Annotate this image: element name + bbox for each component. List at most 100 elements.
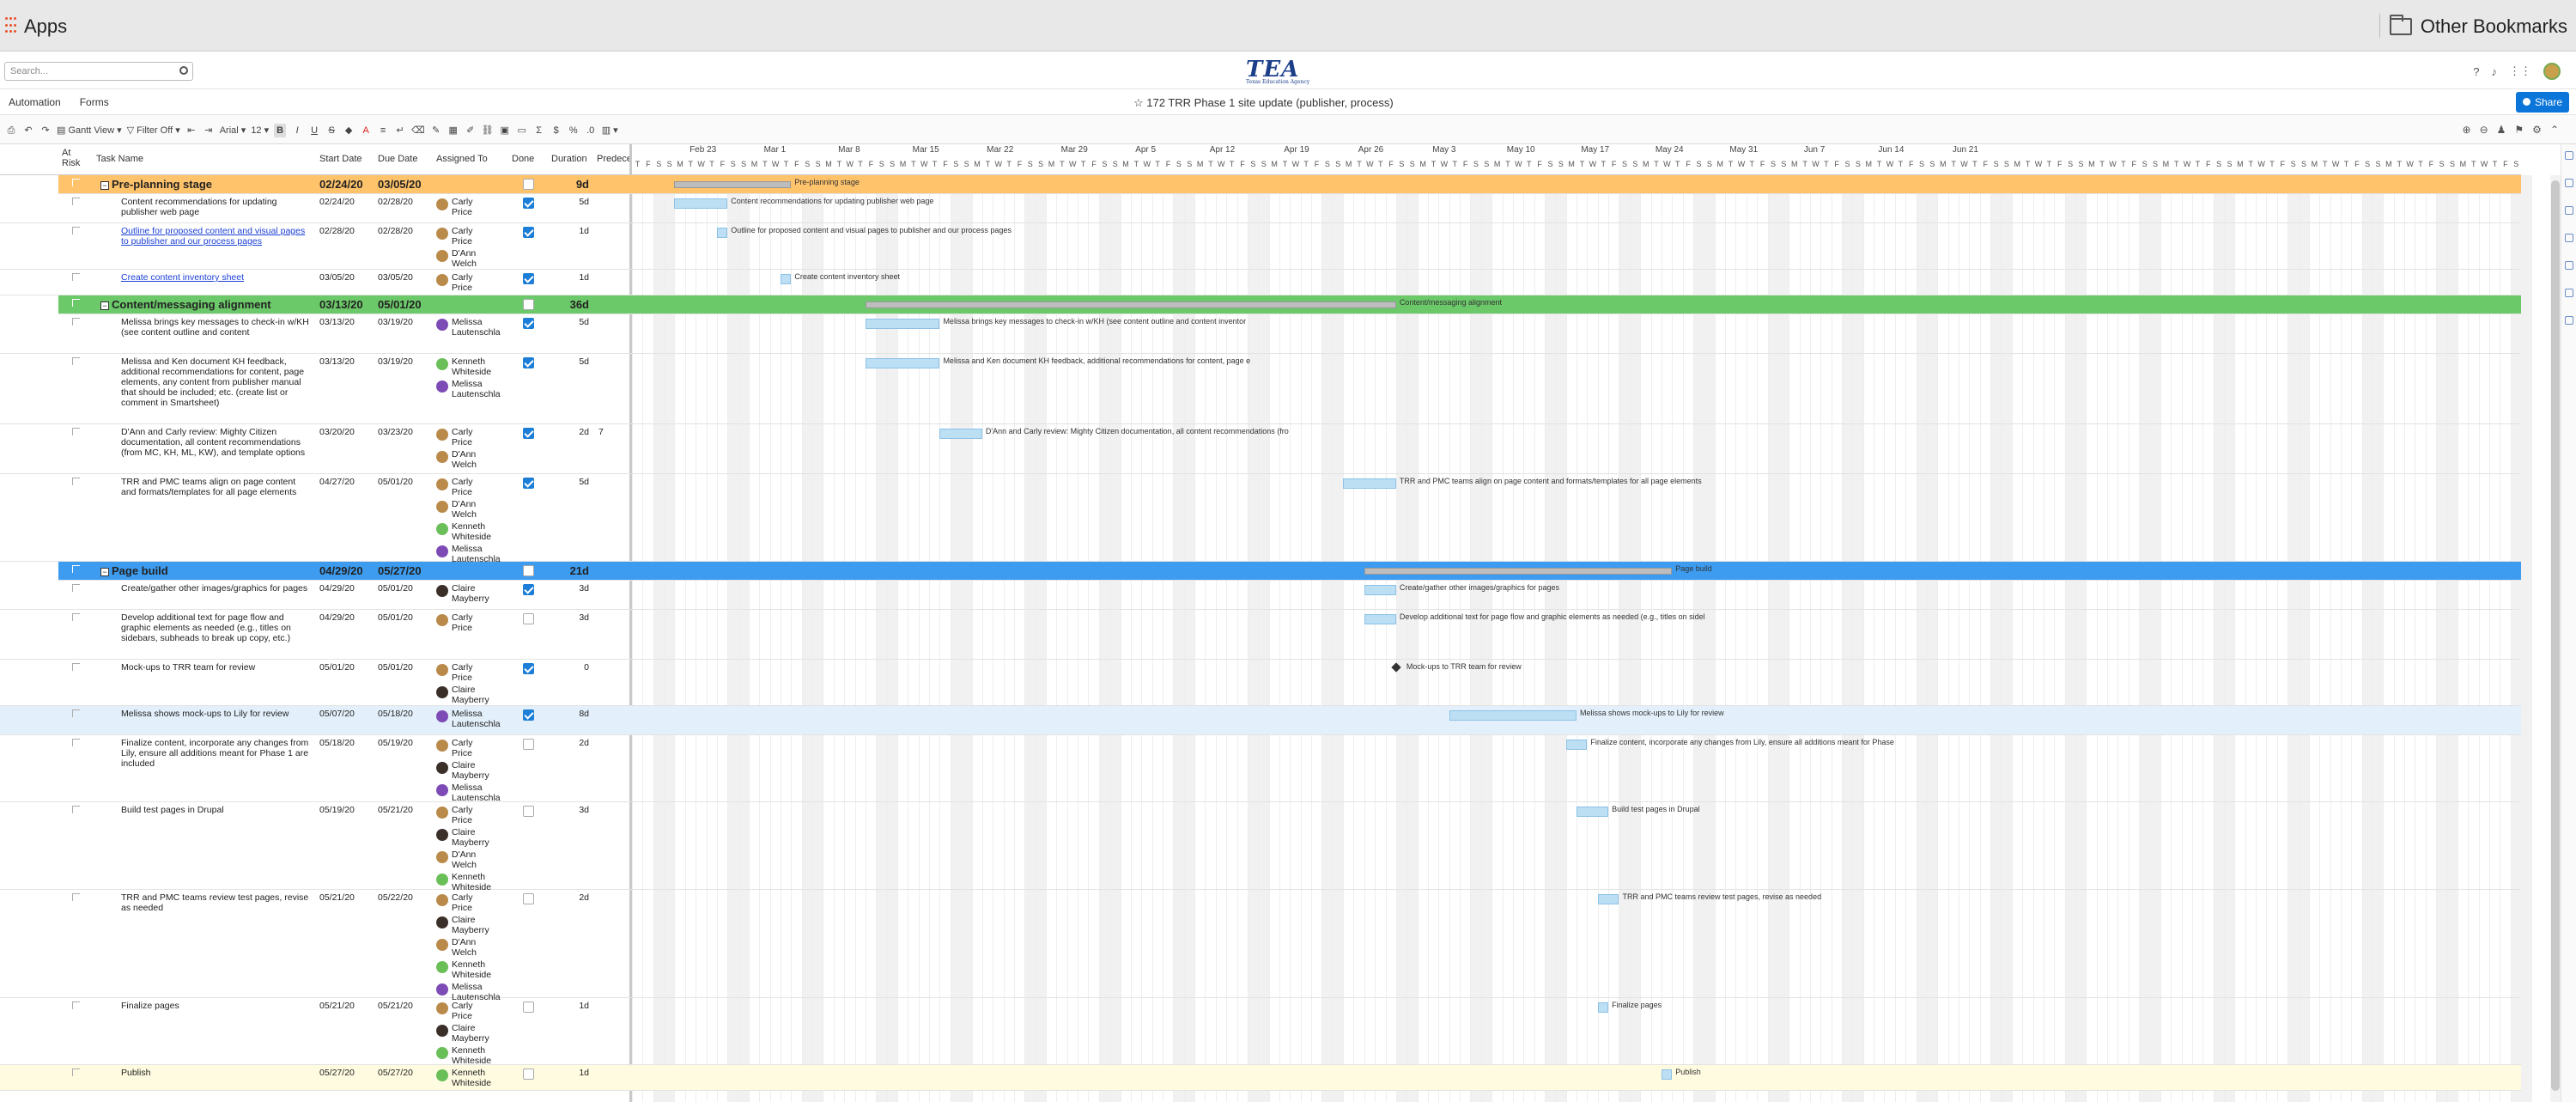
gantt-view-button[interactable]: ▤ Gantt View ▾ [57,124,122,137]
strikethrough-button[interactable]: S [325,124,337,137]
table-row[interactable]: Melissa brings key messages to check-in … [0,314,2521,354]
at-risk-flag-icon[interactable] [72,1002,80,1009]
bold-button[interactable]: B [274,124,287,137]
col-assigned-to[interactable]: Assigned To [436,154,488,164]
task-name[interactable]: D'Ann and Carly review: Mighty Citizen d… [121,427,310,458]
due-date[interactable]: 02/28/20 [378,197,413,207]
indent-icon[interactable]: ⇤ [185,124,197,137]
start-date[interactable]: 03/20/20 [319,427,355,437]
assigned-to[interactable]: Carly Price Claire Mayberry Melissa Lautensch… [436,738,501,805]
task-bar[interactable] [1597,1002,1609,1013]
task-name[interactable]: Develop additional text for page flow an… [121,612,310,643]
start-date[interactable]: 04/29/20 [319,612,355,623]
start-date[interactable]: 05/19/20 [319,805,355,815]
col-start-date[interactable]: Start Date [319,154,362,164]
vertical-scrollbar[interactable] [2550,175,2561,1102]
assigned-to[interactable]: Carly Price D'Ann Welch [436,427,496,472]
start-date[interactable]: 04/27/20 [319,477,355,487]
done-checkbox[interactable] [523,565,534,576]
duration[interactable]: 8d [550,709,589,719]
underline-button[interactable]: U [308,124,320,137]
table-row[interactable]: Publish 05/27/20 05/27/20 Kenneth Whiteside 1… [0,1065,2521,1091]
due-date[interactable]: 05/27/20 [378,1068,413,1078]
table-row[interactable]: Create/gather other images/graphics for … [0,581,2521,610]
done-checkbox[interactable] [523,318,534,329]
rail-proofing-icon[interactable] [2565,206,2573,215]
task-bar[interactable] [1364,585,1396,595]
zoom-in-icon[interactable]: ⊕ [2463,124,2471,136]
card-icon[interactable]: ▭ [516,124,528,137]
notifications-icon[interactable]: ♪ [2492,65,2498,78]
due-date[interactable]: 05/19/20 [378,738,413,748]
task-bar[interactable] [865,358,940,368]
task-name[interactable]: Create content inventory sheet [121,272,310,283]
assigned-to[interactable]: Carly Price Claire Mayberry D'Ann Welch Kennet… [436,892,501,1004]
assigned-to[interactable]: Kenneth Whiteside [436,1068,496,1090]
duration[interactable]: 5d [550,197,589,207]
at-risk-flag-icon[interactable] [72,663,80,671]
table-row[interactable]: Melissa shows mock-ups to Lily for revie… [0,706,2521,735]
table-row[interactable]: Build test pages in Drupal 05/19/20 05/21/… [0,802,2521,892]
phase-row[interactable]: − Page build 04/29/20 05/27/20 21d [58,562,2521,581]
task-bar[interactable] [1364,614,1396,624]
start-date[interactable]: 05/18/20 [319,738,355,748]
decimal-icon[interactable]: .0 [585,124,597,137]
assigned-to[interactable]: Kenneth Whiteside Melissa Lautenschla [436,356,501,401]
done-checkbox[interactable] [523,806,534,817]
assigned-to[interactable]: Carly Price [436,272,496,295]
critical-path-icon[interactable]: ⚑ [2514,124,2524,136]
zoom-out-icon[interactable]: ⊖ [2480,124,2488,136]
at-risk-flag-icon[interactable] [72,893,80,901]
at-risk-flag-icon[interactable] [72,584,80,592]
start-date[interactable]: 05/21/20 [319,892,355,903]
at-risk-flag-icon[interactable] [72,428,80,435]
at-risk-flag-icon[interactable] [72,478,80,485]
apps-bookmark[interactable]: Apps [5,15,67,38]
task-bar[interactable] [939,429,982,439]
link-icon[interactable]: ⛓ [482,124,494,137]
duration[interactable]: 2d [550,738,589,748]
table-row[interactable]: Content recommendations for updating pub… [0,194,2521,223]
filter-button[interactable]: ▽ Filter Off ▾ [127,124,180,137]
due-date[interactable]: 03/05/20 [378,272,413,283]
font-select[interactable]: Arial ▾ [220,124,246,137]
due-date[interactable]: 05/01/20 [378,612,413,623]
duration[interactable]: 1d [550,226,589,236]
start-date[interactable]: 05/21/20 [319,1001,355,1011]
sum-button[interactable]: Σ [533,124,545,137]
assigned-to[interactable]: Carly Price Claire Mayberry D'Ann Welch Kennet… [436,805,496,894]
wrap-icon[interactable]: ↵ [394,124,406,137]
task-name[interactable]: Publish [121,1068,310,1078]
other-bookmarks[interactable]: Other Bookmarks [2389,15,2567,38]
due-date[interactable]: 05/01/20 [378,299,422,310]
task-bar[interactable] [1577,807,1609,817]
fill-color-icon[interactable]: ◆ [343,124,355,137]
rail-comments-icon[interactable] [2565,234,2573,242]
search-input[interactable]: Search... [4,62,193,81]
due-date[interactable]: 02/28/20 [378,226,413,236]
task-bar[interactable] [1449,710,1577,721]
task-name[interactable]: TRR and PMC teams review test pages, rev… [121,892,310,913]
duration[interactable]: 1d [550,272,589,283]
phase-bar[interactable] [1364,568,1673,575]
assigned-to[interactable]: Carly Price D'Ann Welch [436,226,496,271]
italic-button[interactable]: I [291,124,303,137]
task-bar[interactable] [1597,894,1619,904]
conditional-format-icon[interactable]: ▦ [447,124,459,137]
start-date[interactable]: 05/27/20 [319,1068,355,1078]
outdent-icon[interactable]: ⇥ [203,124,215,137]
at-risk-flag-icon[interactable] [72,709,80,717]
done-checkbox[interactable] [523,428,534,439]
table-row[interactable]: TRR and PMC teams review test pages, rev… [0,890,2521,1002]
done-checkbox[interactable] [523,478,534,489]
task-name[interactable]: Mock-ups to TRR team for review [121,662,310,673]
assigned-to[interactable]: Melissa Lautenschla [436,709,501,731]
task-name[interactable]: Finalize pages [121,1001,310,1011]
more-format-icon[interactable]: ▥ ▾ [602,124,618,137]
task-bar[interactable] [674,198,728,209]
at-risk-flag-icon[interactable] [72,565,80,573]
task-name[interactable]: TRR and PMC teams align on page content … [121,477,310,497]
duration[interactable]: 3d [550,612,589,623]
due-date[interactable]: 03/19/20 [378,356,413,367]
settings-icon[interactable]: ⚙ [2532,124,2542,136]
